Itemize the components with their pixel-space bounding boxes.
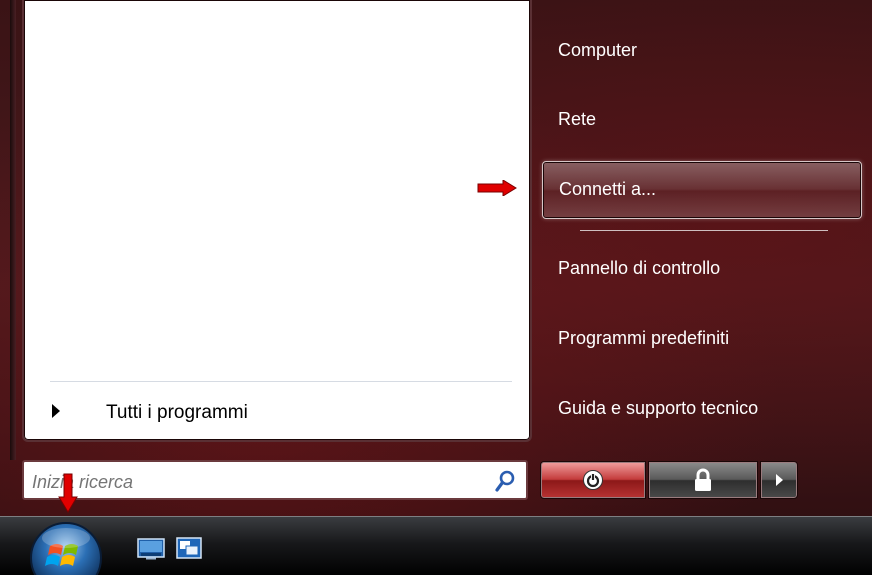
separator [50,381,512,382]
start-menu-left-pane: Tutti i programmi [22,0,532,442]
shutdown-options-button[interactable] [760,461,798,499]
menu-item-guida-e-supporto[interactable]: Guida e supporto tecnico [542,388,862,428]
search-input[interactable] [30,468,474,496]
menu-item-label: Connetti a... [559,179,657,199]
search-icon[interactable] [494,469,516,493]
menu-item-label: Programmi predefiniti [558,328,730,348]
arrow-right-icon [776,474,783,486]
lock-button[interactable] [648,461,758,499]
triangle-right-icon [52,404,60,418]
screen: Tutti i programmi Computer Rete Connetti… [0,0,872,575]
menu-item-label: Pannello di controllo [558,258,721,278]
power-icon [583,470,603,490]
menu-item-rete[interactable]: Rete [542,99,862,139]
lock-icon [695,468,711,491]
menu-item-label: Guida e supporto tecnico [558,398,759,418]
show-desktop-icon[interactable] [137,538,165,560]
menu-item-label: Rete [558,109,597,129]
red-arrow-right-icon [477,180,517,196]
taskbar [0,516,872,575]
menu-item-computer[interactable]: Computer [542,30,862,70]
menu-item-pannello-di-controllo[interactable]: Pannello di controllo [542,248,862,288]
search-box[interactable] [22,460,528,500]
menu-item-programmi-predefiniti[interactable]: Programmi predefiniti [542,318,862,358]
power-button-group [540,461,800,501]
power-button[interactable] [540,461,646,499]
red-arrow-down-icon [58,473,78,513]
menu-item-connetti-a[interactable]: Connetti a... [542,161,862,219]
all-programs-button[interactable]: Tutti i programmi [24,393,530,431]
menu-item-label: Computer [558,40,638,60]
all-programs-label: Tutti i programmi [106,402,248,423]
start-orb-button[interactable] [28,520,104,575]
switch-windows-icon[interactable] [176,537,202,560]
separator [580,230,828,231]
start-menu-left-border [10,0,16,460]
